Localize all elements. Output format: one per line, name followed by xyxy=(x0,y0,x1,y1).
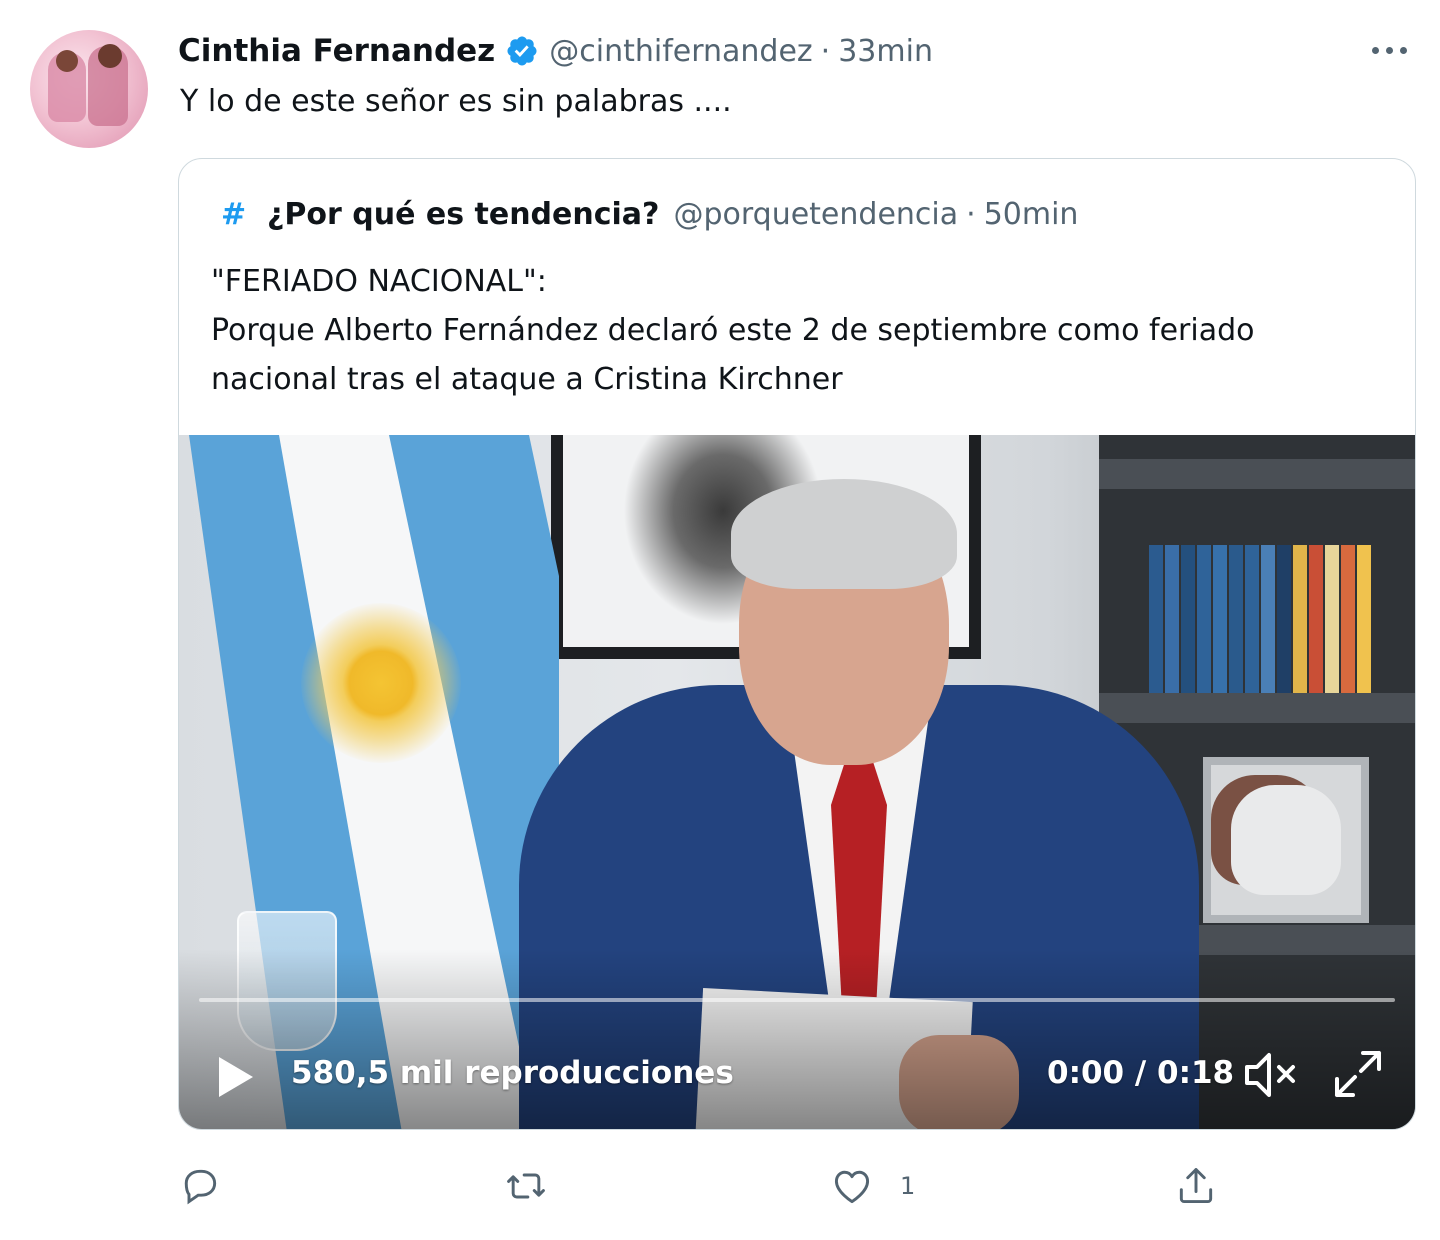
tweet-header: Cinthia Fernandez @cinthifernandez · 33m… xyxy=(178,26,933,76)
quoted-author-handle[interactable]: @porquetendencia xyxy=(673,197,958,232)
quoted-tweet-header: # ¿Por qué es tendencia? @porquetendenci… xyxy=(221,197,1078,232)
separator-dot: · xyxy=(820,33,831,69)
quoted-author-name[interactable]: ¿Por qué es tendencia? xyxy=(267,197,659,232)
hashtag-avatar-icon: # xyxy=(221,197,247,232)
tweet-action-bar: 1 xyxy=(178,1160,1238,1220)
quoted-text-line: "FERIADO NACIONAL": xyxy=(211,264,547,299)
separator-dot: · xyxy=(966,197,976,232)
verified-badge-icon xyxy=(507,36,537,66)
more-options-button[interactable] xyxy=(1364,30,1414,70)
video-progress-bar[interactable] xyxy=(199,998,1395,1002)
heart-icon xyxy=(834,1170,870,1204)
video-player[interactable]: 580,5 mil reproducciones 0:00 / 0:18 xyxy=(179,435,1415,1129)
quoted-tweet-card[interactable]: # ¿Por qué es tendencia? @porquetendenci… xyxy=(178,158,1416,1130)
more-horizontal-icon xyxy=(1371,46,1379,54)
author-name[interactable]: Cinthia Fernandez xyxy=(178,33,495,69)
tweet-timestamp[interactable]: 33min xyxy=(838,34,933,69)
quoted-text-line: nacional tras el ataque a Cristina Kirch… xyxy=(211,362,843,397)
video-controls-gradient xyxy=(179,949,1415,1129)
framed-photo xyxy=(1203,757,1369,923)
like-button[interactable]: 1 xyxy=(830,1160,915,1212)
video-view-count: 580,5 mil reproducciones xyxy=(291,1055,734,1091)
play-icon[interactable] xyxy=(215,1055,255,1099)
sun-of-may-emblem xyxy=(301,603,461,763)
quoted-tweet-text: "FERIADO NACIONAL": Porque Alberto Ferná… xyxy=(211,257,1391,404)
video-time: 0:00 / 0:18 xyxy=(1047,1055,1235,1091)
retweet-button[interactable] xyxy=(504,1160,574,1212)
share-icon xyxy=(1179,1168,1213,1204)
like-count: 1 xyxy=(900,1172,916,1200)
reply-icon xyxy=(184,1169,217,1205)
share-button[interactable] xyxy=(1174,1160,1244,1212)
tweet-text: Y lo de este señor es sin palabras .... xyxy=(180,84,732,119)
reply-button[interactable] xyxy=(178,1160,248,1212)
quoted-text-line: Porque Alberto Fernández declaró este 2 … xyxy=(211,313,1255,348)
author-handle[interactable]: @cinthifernandez xyxy=(549,34,812,69)
volume-muted-icon[interactable] xyxy=(1241,1049,1301,1101)
fullscreen-icon[interactable] xyxy=(1331,1047,1385,1101)
quoted-tweet-timestamp[interactable]: 50min xyxy=(984,197,1079,232)
retweet-icon xyxy=(507,1173,545,1199)
author-avatar[interactable] xyxy=(30,30,148,148)
